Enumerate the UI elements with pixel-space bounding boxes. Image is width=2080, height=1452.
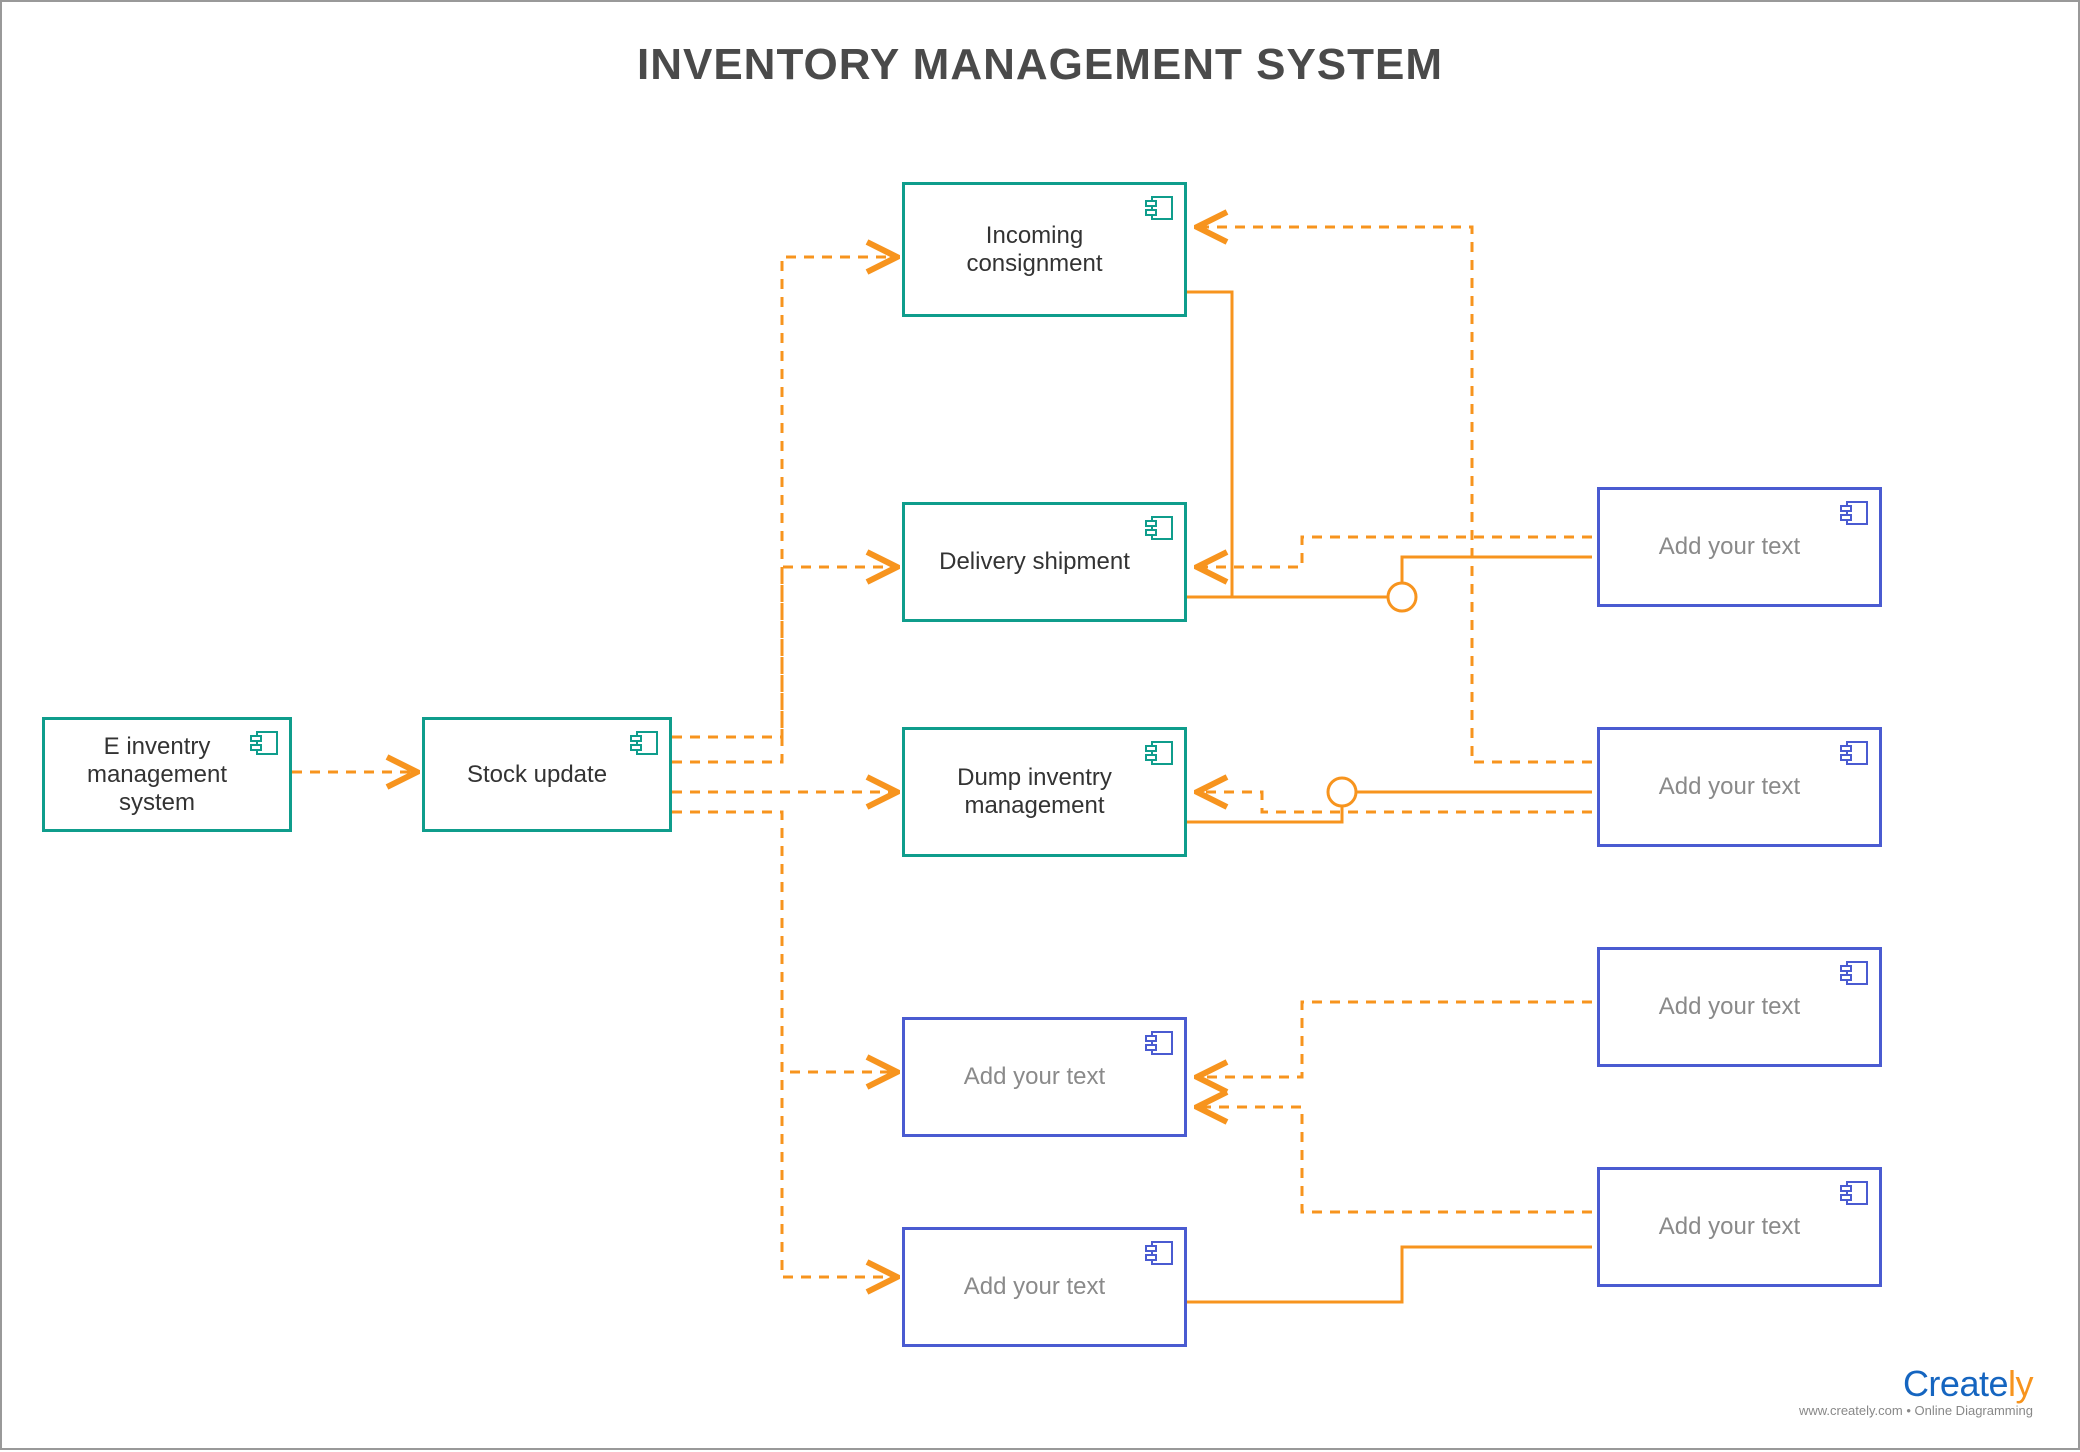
component-icon <box>1839 960 1869 986</box>
node-label: Add your text <box>1659 773 1800 801</box>
edge-stock-mid2 <box>672 812 897 1277</box>
socket-dump <box>1328 778 1356 806</box>
edge-right1-delivery-dashed <box>1197 537 1592 567</box>
node-label: Delivery shipment <box>939 548 1130 576</box>
node-label: E inventry management system <box>65 733 249 817</box>
node-label: Add your text <box>964 1273 1105 1301</box>
diagram-canvas: INVENTORY MANAGEMENT SYSTEM <box>0 0 2080 1450</box>
node-label: Incoming consignment <box>925 222 1144 278</box>
socket-delivery <box>1388 583 1416 611</box>
edge-right4-mid1 <box>1197 1107 1592 1212</box>
component-icon <box>1144 740 1174 766</box>
node-stock[interactable]: Stock update <box>422 717 672 832</box>
node-right3[interactable]: Add your text <box>1597 947 1882 1067</box>
component-icon <box>1839 1180 1869 1206</box>
brand-sub: www.creately.com • Online Diagramming <box>1799 1403 2033 1418</box>
node-right1[interactable]: Add your text <box>1597 487 1882 607</box>
edge-stock-delivery <box>672 567 897 762</box>
component-icon <box>1839 740 1869 766</box>
node-dump[interactable]: Dump inventry management <box>902 727 1187 857</box>
edge-mid2-right4-solid <box>1187 1247 1592 1302</box>
node-mid1[interactable]: Add your text <box>902 1017 1187 1137</box>
node-root[interactable]: E inventry management system <box>42 717 292 832</box>
node-label: Add your text <box>964 1063 1105 1091</box>
component-icon <box>1839 500 1869 526</box>
node-right4[interactable]: Add your text <box>1597 1167 1882 1287</box>
component-icon <box>629 730 659 756</box>
edge-incoming-delivery <box>1187 292 1232 597</box>
edge-right3-mid1 <box>1197 1002 1592 1077</box>
node-label: Dump inventry management <box>925 764 1144 820</box>
node-delivery[interactable]: Delivery shipment <box>902 502 1187 622</box>
node-incoming[interactable]: Incoming consignment <box>902 182 1187 317</box>
component-icon <box>1144 1030 1174 1056</box>
edge-dump-right2-solid <box>1187 792 1592 822</box>
brand-ly: ly <box>2008 1363 2033 1404</box>
node-label: Add your text <box>1659 1213 1800 1241</box>
node-label: Add your text <box>1659 993 1800 1021</box>
node-right2[interactable]: Add your text <box>1597 727 1882 847</box>
component-icon <box>1144 195 1174 221</box>
footer-brand: Creately www.creately.com • Online Diagr… <box>1799 1363 2033 1418</box>
edge-right2-dump-dashed <box>1197 792 1592 812</box>
node-mid2[interactable]: Add your text <box>902 1227 1187 1347</box>
component-icon <box>1144 515 1174 541</box>
node-label: Stock update <box>467 761 607 789</box>
brand-create: Create <box>1903 1363 2008 1404</box>
edge-stock-incoming <box>672 257 897 737</box>
edge-right2-incoming <box>1197 227 1592 762</box>
edge-stock-mid1 <box>672 812 897 1072</box>
component-icon <box>1144 1240 1174 1266</box>
node-label: Add your text <box>1659 533 1800 561</box>
component-icon <box>249 730 279 756</box>
